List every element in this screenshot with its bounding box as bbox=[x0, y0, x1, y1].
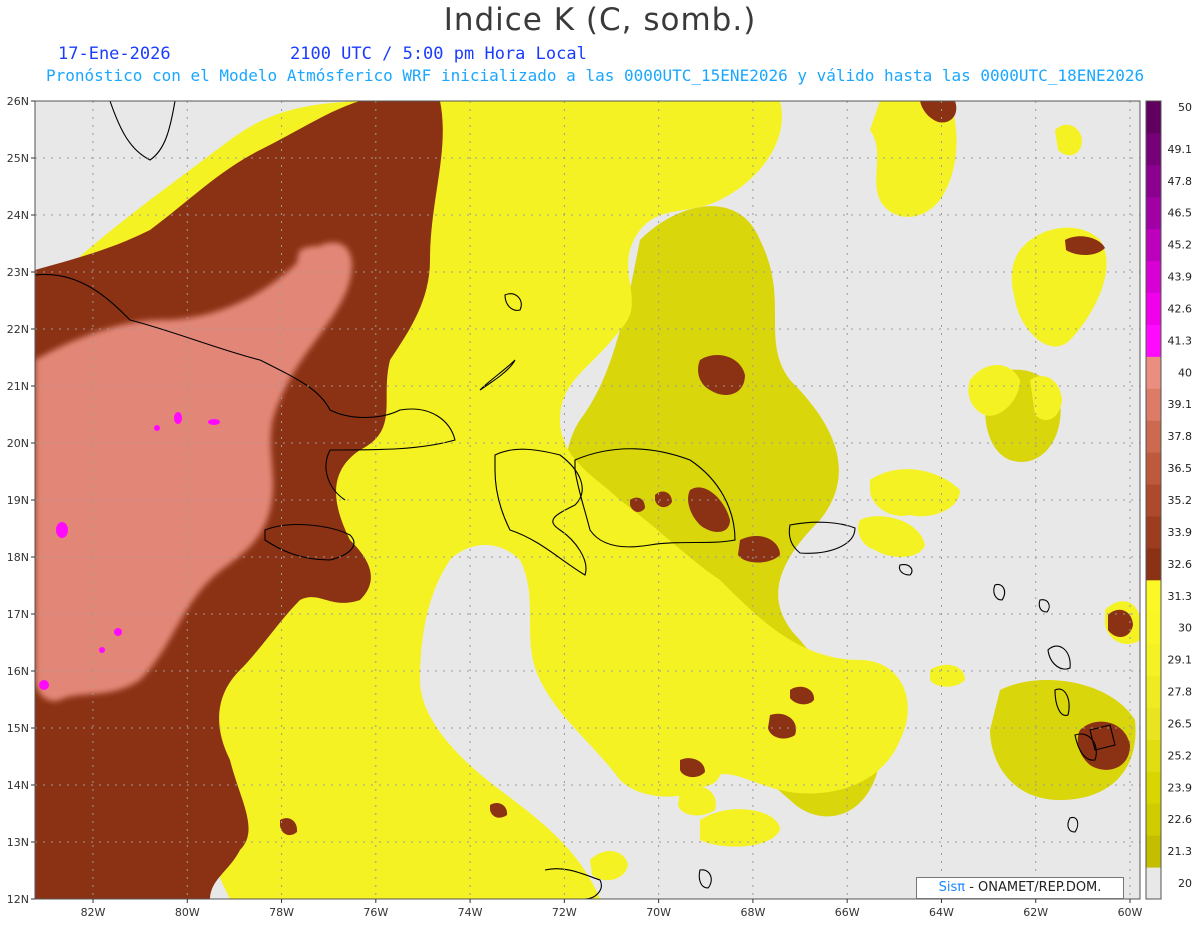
colorbar-label: 42.6 bbox=[1168, 302, 1193, 315]
credit-box: Sisπ - ONAMET/REP.DOM. bbox=[916, 877, 1124, 899]
colorbar-swatch bbox=[1146, 771, 1161, 804]
lon-label: 72W bbox=[552, 906, 577, 919]
colorbar-label: 39.1 bbox=[1168, 398, 1193, 411]
colorbar-label: 22.6 bbox=[1168, 813, 1193, 826]
lat-label: 19N bbox=[7, 494, 29, 507]
colorbar-swatch bbox=[1146, 611, 1161, 645]
colorbar-label: 30 bbox=[1178, 622, 1192, 635]
colorbar-label: 31.3 bbox=[1168, 590, 1193, 603]
lat-label: 24N bbox=[7, 209, 29, 222]
lon-label: 82W bbox=[81, 906, 106, 919]
colorbar-swatch bbox=[1146, 101, 1161, 134]
lat-label: 12N bbox=[7, 893, 29, 906]
colorbar-swatch bbox=[1146, 515, 1161, 549]
map-plot-area bbox=[35, 101, 1140, 899]
lon-label: 62W bbox=[1023, 906, 1048, 919]
lon-label: 64W bbox=[929, 906, 954, 919]
colorbar-label: 35.2 bbox=[1168, 494, 1193, 507]
lat-label: 20N bbox=[7, 437, 29, 450]
lat-label: 21N bbox=[7, 380, 29, 393]
lon-label: 74W bbox=[458, 906, 483, 919]
colorbar-swatch bbox=[1146, 739, 1161, 772]
colorbar-swatch bbox=[1146, 292, 1161, 325]
lon-label: 66W bbox=[835, 906, 860, 919]
colorbar-label: 36.5 bbox=[1168, 462, 1193, 475]
colorbar-swatch bbox=[1146, 132, 1161, 166]
colorbar-label: 29.1 bbox=[1168, 654, 1193, 667]
colorbar-swatch bbox=[1146, 164, 1161, 198]
colorbar-swatch bbox=[1146, 803, 1161, 836]
colorbar-label: 25.2 bbox=[1168, 749, 1193, 762]
lat-label: 14N bbox=[7, 779, 29, 792]
colorbar-label: 26.5 bbox=[1168, 717, 1193, 730]
lat-label: 25N bbox=[7, 152, 29, 165]
sispi-logo: Sisπ bbox=[938, 880, 966, 895]
colorbar-swatch bbox=[1146, 835, 1161, 868]
colorbar-label: 40 bbox=[1178, 366, 1192, 379]
lat-label: 26N bbox=[7, 95, 29, 108]
colorbar-label: 27.8 bbox=[1168, 686, 1193, 699]
lat-label: 16N bbox=[7, 665, 29, 678]
credit-text: - ONAMET/REP.DOM. bbox=[965, 880, 1102, 895]
colorbar-label: 43.9 bbox=[1168, 271, 1193, 284]
colorbar-label: 41.3 bbox=[1168, 334, 1193, 347]
colorbar-label: 49.1 bbox=[1168, 143, 1193, 156]
colorbar-swatch bbox=[1146, 420, 1161, 453]
colorbar-swatch bbox=[1146, 356, 1161, 389]
colorbar-swatch bbox=[1146, 707, 1161, 740]
lon-label: 78W bbox=[269, 906, 294, 919]
colorbar-label: 23.9 bbox=[1168, 781, 1193, 794]
lat-label: 18N bbox=[7, 551, 29, 564]
lon-label: 76W bbox=[363, 906, 388, 919]
colorbar-swatch bbox=[1146, 484, 1161, 517]
lat-label: 22N bbox=[7, 323, 29, 336]
longitude-axis: 82W 80W 78W 76W 74W 72W 70W 68W 66W 64W 62W 60W bbox=[81, 899, 1143, 919]
colorbar-label: 32.6 bbox=[1168, 558, 1193, 571]
colorbar-swatch bbox=[1146, 643, 1161, 677]
colorbar-swatch bbox=[1146, 196, 1161, 230]
colorbar-swatch bbox=[1146, 675, 1161, 708]
colorbar-label: 50 bbox=[1178, 101, 1192, 114]
lat-label: 13N bbox=[7, 836, 29, 849]
colorbar-label: 33.9 bbox=[1168, 526, 1193, 539]
lat-label: 15N bbox=[7, 722, 29, 735]
lat-label: 17N bbox=[7, 608, 29, 621]
lon-label: 80W bbox=[175, 906, 200, 919]
colorbar-label: 21.3 bbox=[1168, 845, 1193, 858]
lon-label: 68W bbox=[740, 906, 765, 919]
colorbar-swatch bbox=[1146, 228, 1161, 262]
k-index-map: 26N 25N 24N 23N 22N 21N 20N 19N 18N 17N 16N 15N 14N 1… bbox=[7, 95, 1193, 919]
colorbar-swatch bbox=[1146, 867, 1161, 900]
colorbar-label: 20 bbox=[1178, 877, 1192, 890]
colorbar-swatch bbox=[1146, 324, 1161, 357]
color-legend: 50 49.1 47.8 46.5 45.2 43.9 42.6 41.3 40 39.1 37.8… bbox=[1145, 100, 1193, 900]
colorbar-label: 47.8 bbox=[1168, 175, 1193, 188]
colorbar-swatch bbox=[1146, 547, 1161, 581]
lon-label: 60W bbox=[1118, 906, 1143, 919]
colorbar-label: 46.5 bbox=[1168, 207, 1193, 220]
colorbar-label: 45.2 bbox=[1168, 239, 1193, 252]
colorbar-swatch bbox=[1146, 579, 1161, 613]
lon-label: 70W bbox=[646, 906, 671, 919]
colorbar-swatch bbox=[1146, 260, 1161, 294]
colorbar-swatch bbox=[1146, 452, 1161, 485]
lat-label: 23N bbox=[7, 266, 29, 279]
colorbar-swatch bbox=[1146, 388, 1161, 421]
colorbar-label: 37.8 bbox=[1168, 430, 1193, 443]
latitude-axis: 26N 25N 24N 23N 22N 21N 20N 19N 18N 17N 16N 15N 14N 1… bbox=[7, 95, 35, 906]
